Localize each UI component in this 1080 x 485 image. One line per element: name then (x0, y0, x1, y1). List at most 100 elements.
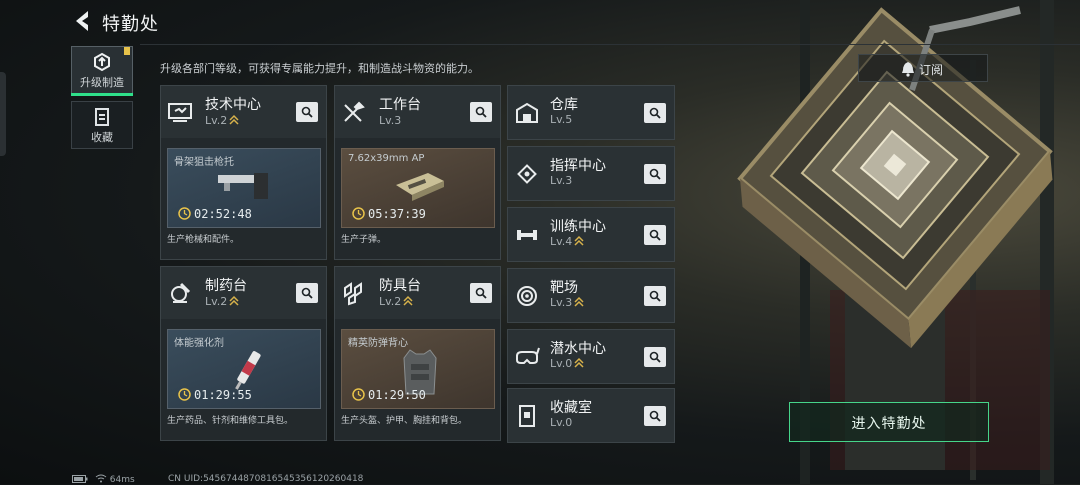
production-timer: 05:37:39 (352, 207, 426, 221)
nav-collection-label: 收藏 (91, 131, 113, 144)
production-slot[interactable]: 体能强化剂 01:29:55 (167, 329, 321, 409)
inspect-button[interactable] (296, 283, 318, 303)
page-title: 特勤处 (102, 14, 159, 35)
card-description: 生产枪械和配件。 (167, 235, 240, 245)
search-icon (649, 168, 661, 180)
facility-card-tech-center[interactable]: 技术中心 Lv.2 骨架狙击枪托 02:52:48 生产枪械和配件。 (160, 85, 327, 260)
facility-card-warehouse[interactable]: 仓库 Lv.5 (507, 85, 675, 140)
nav-collection[interactable]: 收藏 (71, 101, 133, 149)
search-icon (649, 107, 661, 119)
nav-selected-bar (71, 93, 133, 96)
search-icon (649, 229, 661, 241)
inspect-button[interactable] (644, 286, 666, 306)
card-level: Lv.0 (550, 416, 573, 429)
inspect-button[interactable] (644, 225, 666, 245)
search-icon (649, 290, 661, 302)
card-header: 制药台 Lv.2 (161, 267, 326, 319)
inspect-button[interactable] (644, 406, 666, 426)
timer-icon (178, 207, 191, 220)
card-description: 生产药品、针剂和维修工具包。 (167, 416, 294, 426)
card-level: Lv.3 (550, 174, 573, 187)
card-title: 训练中心 (550, 219, 606, 235)
card-title: 潜水中心 (550, 341, 606, 357)
subscribe-label: 订阅 (919, 63, 944, 77)
production-slot[interactable]: 7.62x39mm AP 05:37:39 (341, 148, 495, 228)
facility-card-shooting-range[interactable]: 靶场 Lv.3 (507, 268, 675, 323)
facility-card-pharmacy[interactable]: 制药台 Lv.2 体能强化剂 01:29:55 生产药品、针剂和维修工具包。 (160, 266, 327, 441)
status-footer: 64ms (72, 474, 135, 485)
inspect-button[interactable] (644, 164, 666, 184)
inspect-button[interactable] (644, 347, 666, 367)
card-header: 工作台 Lv.3 (335, 86, 500, 138)
production-slot[interactable]: 骨架狙击枪托 02:52:48 (167, 148, 321, 228)
inspect-button[interactable] (470, 102, 492, 122)
upgrade-chevron-icon (403, 295, 413, 306)
nav-upgrade-build[interactable]: 升级制造 (71, 46, 133, 96)
enter-label: 进入特勤处 (851, 416, 927, 432)
upgrade-build-icon (94, 52, 110, 72)
product-name: 精英防弹背心 (348, 338, 408, 349)
battery-icon (72, 475, 88, 483)
screen-edge-tab (0, 72, 6, 156)
card-description: 生产头盔、护甲、胸挂和背包。 (341, 416, 468, 426)
card-level: Lv.2 (205, 114, 239, 127)
workbench-icon (344, 101, 365, 122)
card-title: 指挥中心 (550, 158, 606, 174)
facility-card-workbench[interactable]: 工作台 Lv.3 7.62x39mm AP 05:37:39 生产子弹。 (334, 85, 501, 260)
tech-center-icon (168, 103, 192, 122)
facility-card-armor-bench[interactable]: 防具台 Lv.2 精英防弹背心 01:29:50 生产头盔、护甲、胸挂和背包。 (334, 266, 501, 441)
product-name: 体能强化剂 (174, 338, 224, 349)
upgrade-chevron-icon (574, 235, 584, 246)
pharmacy-icon (171, 282, 191, 303)
facility-card-command-center[interactable]: 指挥中心 Lv.3 (507, 146, 675, 201)
card-level: Lv.0 (550, 357, 584, 370)
inspect-button[interactable] (470, 283, 492, 303)
search-icon (475, 287, 487, 299)
warehouse-icon (516, 102, 538, 123)
page-subtitle: 升级各部门等级，可获得专属能力提升，和制造战斗物资的能力。 (160, 62, 479, 75)
card-level: Lv.5 (550, 113, 573, 126)
search-icon (649, 410, 661, 422)
enter-button[interactable]: 进入特勤处 (789, 402, 989, 442)
production-timer: 01:29:50 (352, 388, 426, 402)
upgrade-chevron-icon (574, 296, 584, 307)
search-icon (649, 351, 661, 363)
facility-card-training-center[interactable]: 训练中心 Lv.4 (507, 207, 675, 262)
sniper-stock-item-icon (218, 173, 268, 199)
upgrade-chevron-icon (574, 357, 584, 368)
search-icon (301, 106, 313, 118)
card-description: 生产子弹。 (341, 235, 387, 245)
back-arrow-icon[interactable] (70, 8, 96, 34)
product-name: 7.62x39mm AP (348, 153, 425, 164)
command-center-icon (517, 164, 537, 184)
search-icon (475, 106, 487, 118)
card-level: Lv.3 (379, 114, 402, 127)
bell-icon (902, 62, 914, 77)
facility-card-diving-center[interactable]: 潜水中心 Lv.0 (507, 329, 675, 384)
subscribe-button[interactable]: 订阅 (858, 54, 988, 82)
collection-room-icon (519, 405, 535, 427)
product-name: 骨架狙击枪托 (174, 157, 234, 168)
search-icon (301, 287, 313, 299)
production-slot[interactable]: 精英防弹背心 01:29:50 (341, 329, 495, 409)
armor-bench-icon (344, 282, 362, 306)
inspect-button[interactable] (296, 102, 318, 122)
wifi-icon (95, 474, 107, 483)
nav-upgrade-label: 升级制造 (80, 76, 124, 89)
card-title: 靶场 (550, 280, 578, 296)
facility-card-collection-room[interactable]: 收藏室 Lv.0 (507, 388, 675, 443)
card-title: 技术中心 (205, 97, 261, 113)
card-level: Lv.4 (550, 235, 584, 248)
card-title: 收藏室 (550, 400, 592, 416)
shooting-range-icon (517, 286, 537, 306)
inspect-button[interactable] (644, 103, 666, 123)
card-level: Lv.2 (379, 295, 413, 308)
card-title: 工作台 (379, 97, 421, 113)
training-center-icon (517, 230, 537, 240)
upgrade-chevron-icon (229, 114, 239, 125)
card-title: 防具台 (379, 278, 421, 294)
card-header: 防具台 Lv.2 (335, 267, 500, 319)
card-level: Lv.3 (550, 296, 584, 309)
card-title: 制药台 (205, 278, 247, 294)
notification-badge (124, 47, 130, 55)
